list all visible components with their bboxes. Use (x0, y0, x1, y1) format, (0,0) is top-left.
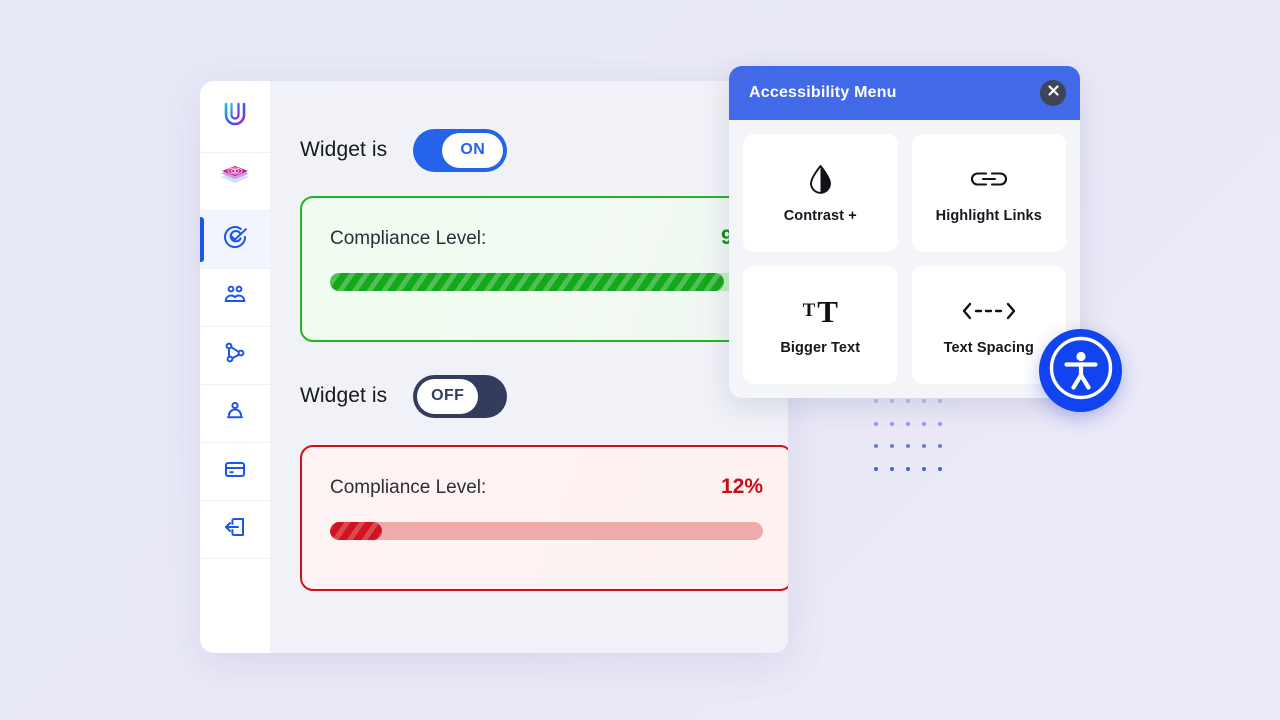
sidebar-item-layers[interactable] (200, 153, 270, 211)
compliance-high-bar-track (330, 273, 763, 291)
sidebar-item-compliance[interactable] (200, 211, 270, 269)
sidebar-item-integrations[interactable] (200, 327, 270, 385)
chain-link-icon (969, 162, 1009, 196)
dot (874, 444, 878, 449)
users-group-icon (222, 282, 248, 313)
decorative-dot-grid (868, 390, 948, 480)
credit-card-icon (222, 456, 248, 487)
tile-bigger-text-label: Bigger Text (780, 340, 861, 356)
user-single-icon (222, 398, 248, 429)
compliance-card-low-head: Compliance Level: 12% (330, 475, 763, 499)
tile-highlight-links[interactable]: Highlight Links (911, 134, 1066, 252)
accessibility-menu-title: Accessibility Menu (749, 84, 897, 101)
widget-toggle-off[interactable]: OFF (413, 374, 508, 418)
dot (906, 466, 910, 471)
dot (906, 421, 910, 426)
target-check-icon (221, 223, 249, 256)
accessibility-fab[interactable] (1039, 329, 1122, 412)
compliance-low-bar-fill (330, 522, 382, 540)
tile-contrast-label: Contrast + (783, 208, 857, 224)
dot (922, 444, 926, 449)
widget-row-on: Widget is ON (300, 126, 788, 174)
dot (938, 444, 942, 449)
bigger-text-small-t: T (802, 300, 816, 321)
dot (906, 399, 910, 404)
dot (890, 421, 894, 426)
sidebar-filler (200, 559, 270, 653)
tile-text-spacing-label: Text Spacing (943, 340, 1034, 356)
widget-toggle-on[interactable]: ON (413, 128, 508, 172)
app-window: Widget is ON Compliance Level: 91% Widge… (200, 81, 788, 653)
sidebar-item-teams[interactable] (200, 269, 270, 327)
compliance-card-low: Compliance Level: 12% (300, 445, 788, 591)
sidebar-item-logout[interactable] (200, 501, 270, 559)
dot (922, 399, 926, 404)
layers-diamond-icon (217, 163, 253, 200)
accessibility-menu-header: Accessibility Menu (729, 66, 1080, 120)
close-button[interactable] (1040, 80, 1066, 106)
sidebar-item-profile[interactable] (200, 385, 270, 443)
sidebar (200, 81, 270, 653)
dot (938, 466, 942, 471)
compliance-card-high-head: Compliance Level: 91% (330, 226, 763, 250)
bigger-text-icon: T T (803, 294, 838, 328)
accessibility-menu-grid: Contrast + Highlight Links T T Bigger Te… (729, 120, 1080, 398)
dot (874, 466, 878, 471)
accessibility-menu: Accessibility Menu Contrast + Highlight … (729, 66, 1080, 398)
dot (874, 421, 878, 426)
tile-contrast[interactable]: Contrast + (743, 134, 898, 252)
widget-on-label: Widget is (300, 138, 388, 161)
sidebar-item-logo[interactable] (200, 81, 270, 153)
compliance-high-title: Compliance Level: (330, 228, 487, 249)
main-content: Widget is ON Compliance Level: 91% Widge… (270, 81, 788, 653)
bigger-text-large-t: T (817, 293, 838, 329)
logout-arrow-icon (221, 514, 249, 545)
sidebar-item-billing[interactable] (200, 443, 270, 501)
compliance-low-title: Compliance Level: (330, 477, 487, 498)
dot (906, 444, 910, 449)
dot (922, 466, 926, 471)
dot (890, 444, 894, 449)
share-network-icon (222, 340, 248, 371)
tile-bigger-text[interactable]: T T Bigger Text (743, 266, 898, 384)
compliance-low-percent: 12% (720, 475, 763, 498)
dot (890, 399, 894, 404)
dot (890, 466, 894, 471)
tile-highlight-links-label: Highlight Links (935, 208, 1042, 224)
dot (938, 421, 942, 426)
toggle-knob-on-label: ON (442, 132, 504, 168)
accessibility-person-icon (1045, 332, 1117, 409)
brand-u-logo-icon (218, 97, 252, 136)
dot (938, 399, 942, 404)
contrast-droplet-icon (807, 162, 834, 196)
compliance-high-bar-fill (330, 273, 725, 291)
dot (874, 399, 878, 404)
compliance-low-bar-track (330, 522, 763, 540)
widget-off-label: Widget is (300, 384, 388, 407)
dot (922, 421, 926, 426)
widget-row-off: Widget is OFF (300, 372, 788, 420)
compliance-card-high: Compliance Level: 91% (300, 196, 788, 342)
close-x-icon (1047, 84, 1060, 102)
text-spacing-arrows-icon (961, 294, 1017, 328)
toggle-knob-off-label: OFF (417, 378, 479, 414)
